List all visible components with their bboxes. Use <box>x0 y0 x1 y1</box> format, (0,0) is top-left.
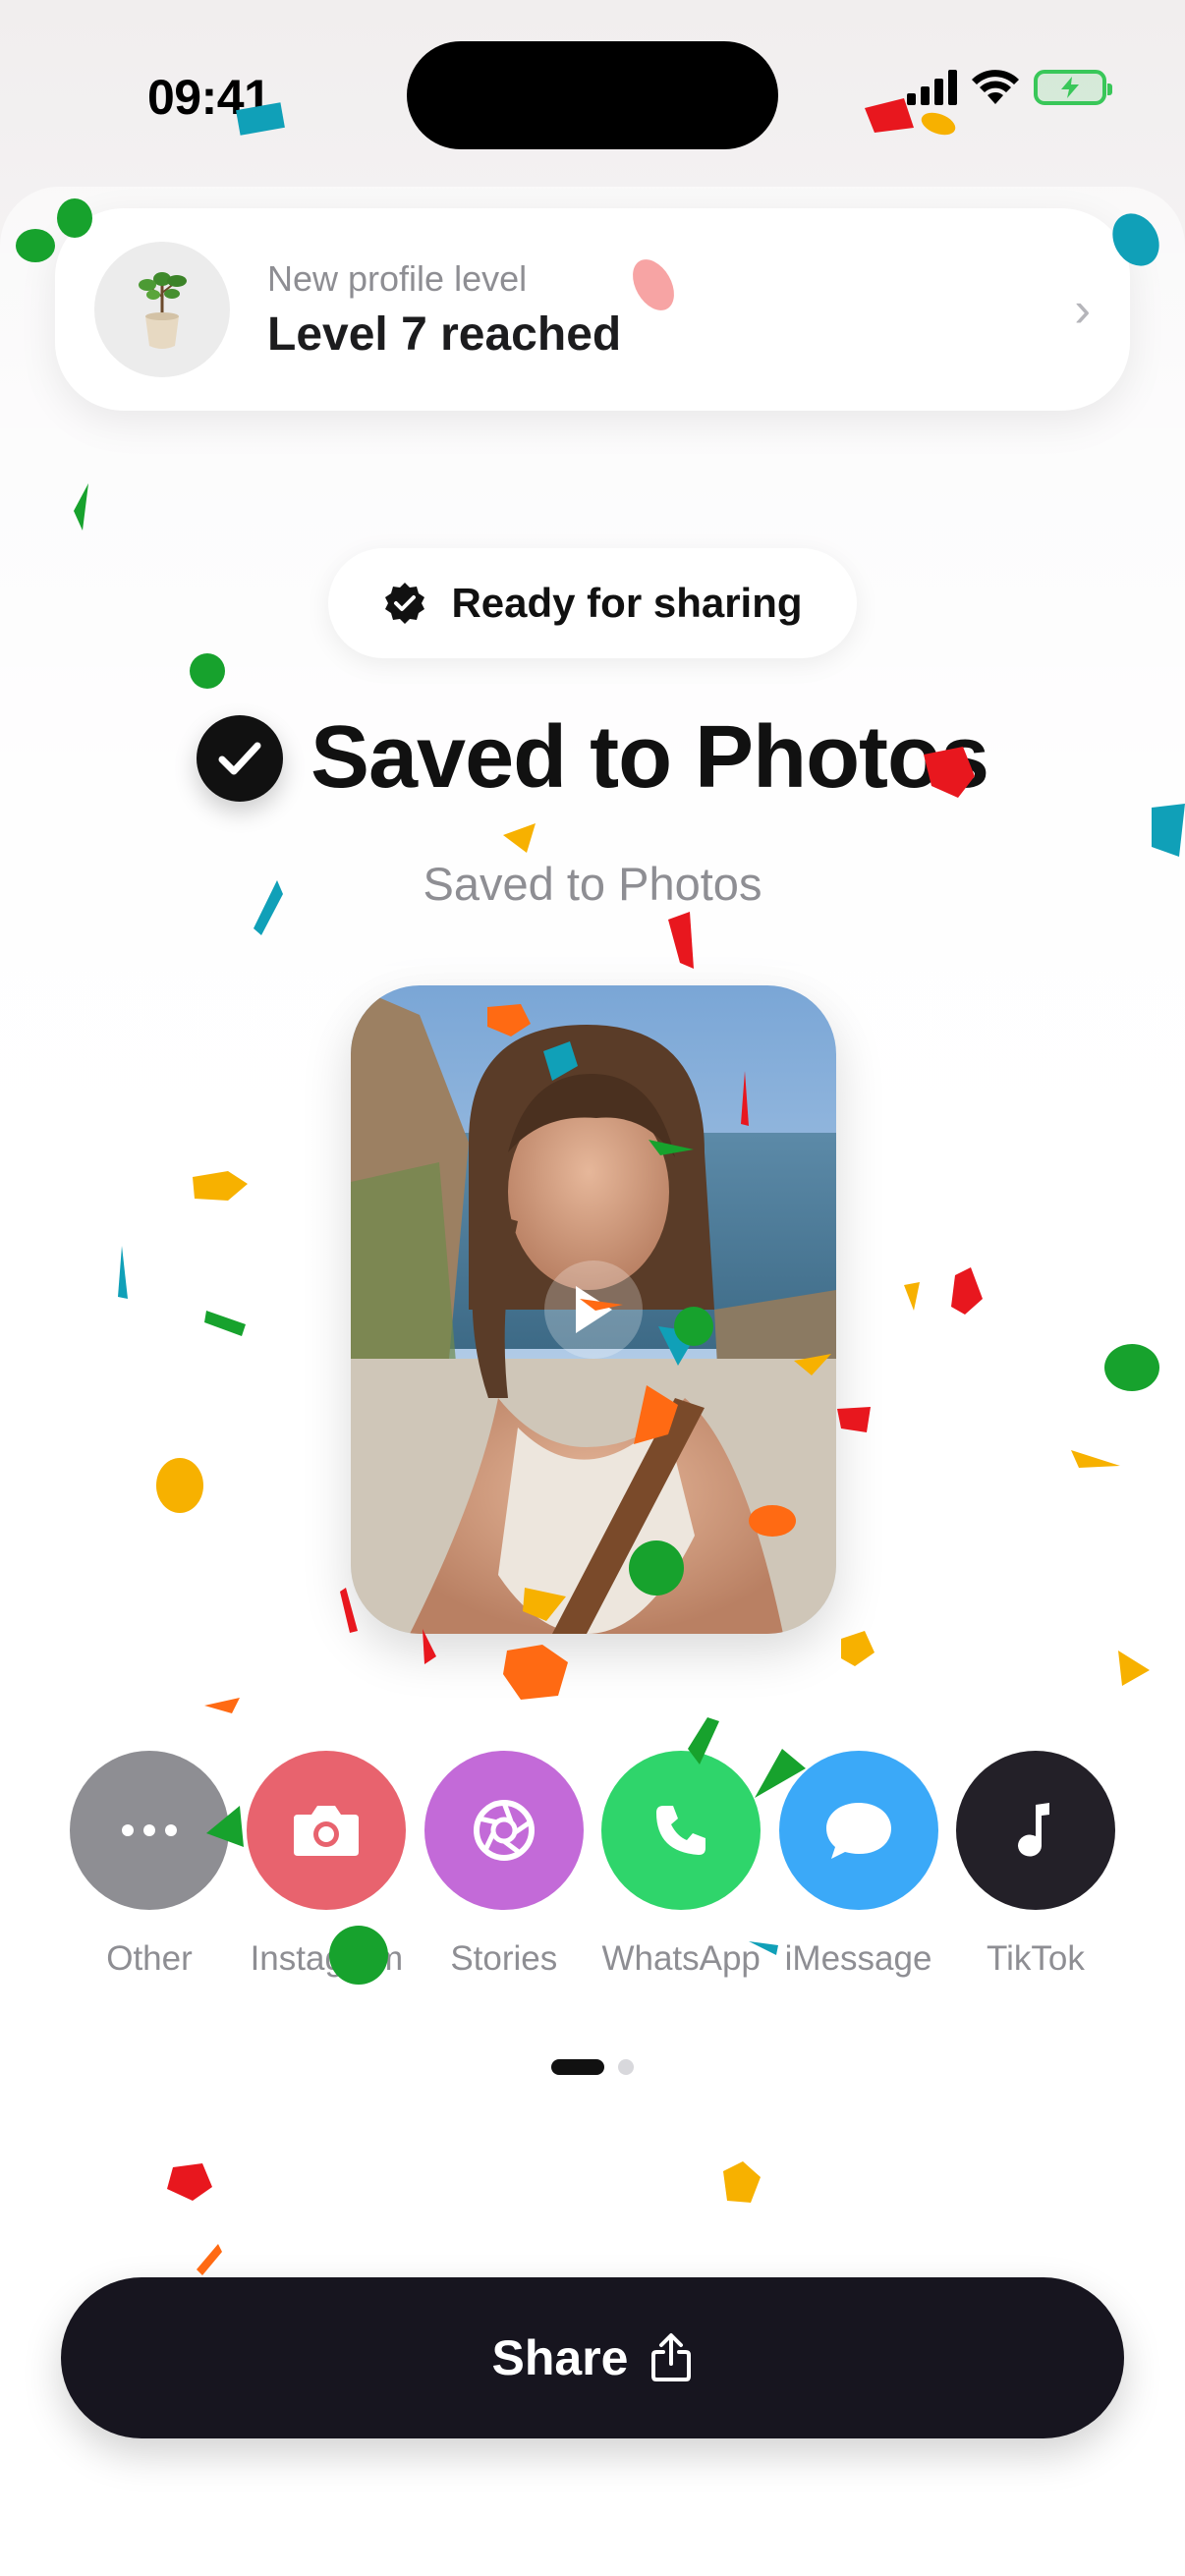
checkmark-icon <box>196 714 283 802</box>
share-button[interactable]: Share <box>61 2277 1124 2438</box>
share-target-other[interactable]: Other <box>69 1751 230 1979</box>
verified-badge-icon <box>385 583 425 624</box>
share-target-tiktok[interactable]: TikTok <box>955 1751 1116 1979</box>
share-target-label: Instagram <box>250 1939 404 1978</box>
camera-icon <box>247 1751 407 1910</box>
share-target-label: Stories <box>450 1939 558 1978</box>
video-preview[interactable] <box>351 985 836 1634</box>
page-dot[interactable] <box>618 2059 634 2075</box>
plant-pot-icon <box>94 242 230 377</box>
share-target-label: Other <box>106 1939 193 1978</box>
share-target-label: TikTok <box>987 1939 1085 1978</box>
cellular-signal-icon <box>907 70 957 105</box>
status-time: 09:41 <box>147 70 271 125</box>
share-targets-row: Other Instagram Stories WhatsApp iMessag… <box>69 1751 1116 1979</box>
battery-charging-icon <box>1034 70 1112 105</box>
share-target-imessage[interactable]: iMessage <box>778 1751 939 1979</box>
saved-heading: Saved to Photos <box>0 707 1185 809</box>
aperture-icon <box>423 1751 584 1910</box>
ready-for-sharing-pill: Ready for sharing <box>328 548 857 658</box>
page-indicator[interactable] <box>0 2059 1185 2075</box>
share-target-whatsapp[interactable]: WhatsApp <box>600 1751 762 1979</box>
status-icons <box>907 69 1112 106</box>
share-icon <box>651 2333 692 2381</box>
dynamic-island <box>407 41 778 149</box>
wifi-icon <box>972 70 1019 104</box>
banner-subtitle: New profile level <box>267 257 528 299</box>
saved-subtitle: Saved to Photos <box>423 858 762 910</box>
banner-title: Level 7 reached <box>267 308 622 361</box>
more-icon <box>70 1751 229 1910</box>
share-target-label: iMessage <box>784 1939 932 1978</box>
phone-icon <box>601 1751 762 1910</box>
share-button-label: Share <box>491 2330 629 2385</box>
play-icon <box>576 1286 612 1333</box>
chevron-right-icon: › <box>1074 282 1091 337</box>
music-note-icon <box>955 1751 1115 1910</box>
share-target-label: WhatsApp <box>601 1939 761 1978</box>
ready-for-sharing-label: Ready for sharing <box>451 580 803 626</box>
level-notification-banner[interactable]: New profile level Level 7 reached › <box>55 208 1130 411</box>
message-icon <box>778 1751 938 1910</box>
saved-title: Saved to Photos <box>310 708 989 807</box>
play-button[interactable] <box>544 1260 643 1359</box>
page-dot-active[interactable] <box>551 2059 604 2075</box>
share-target-stories[interactable]: Stories <box>423 1751 585 1979</box>
share-target-instagram[interactable]: Instagram <box>246 1751 407 1979</box>
